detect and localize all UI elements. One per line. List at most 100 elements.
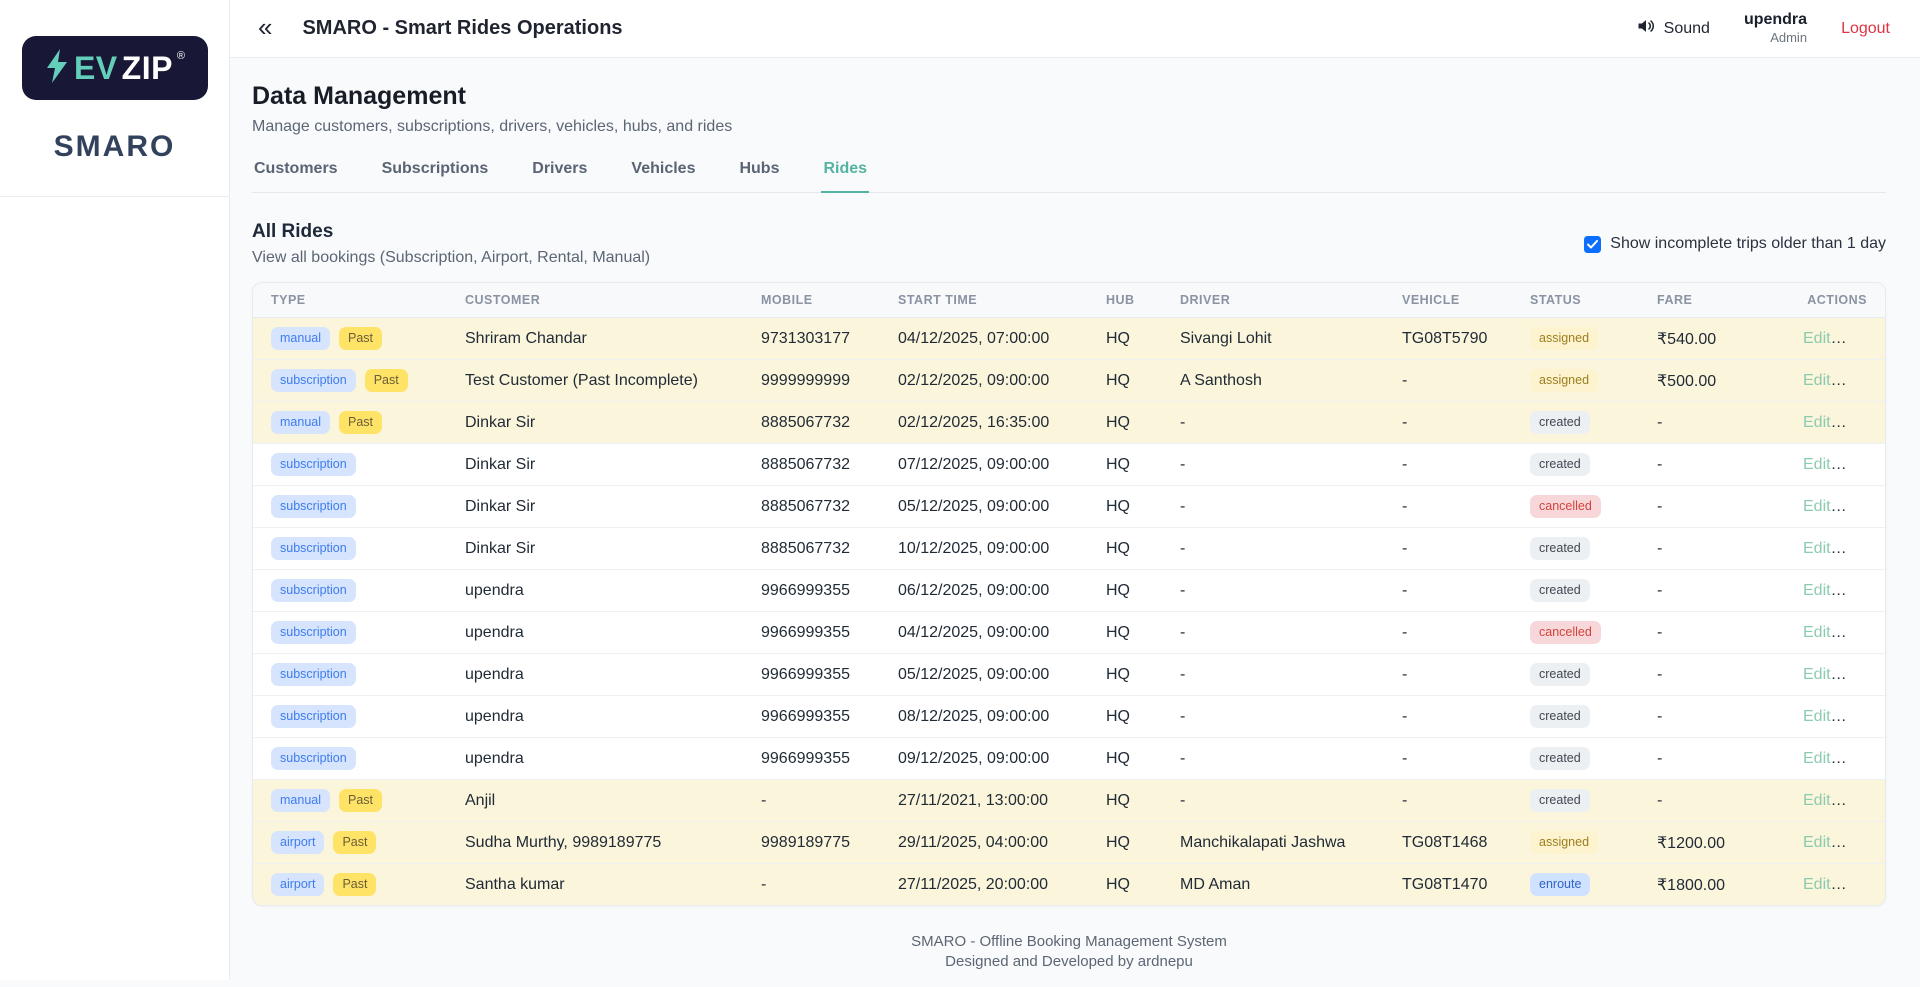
cell-fare: ₹1800.00 [1645,864,1791,906]
cell-status: assigned [1518,360,1645,402]
cell-mobile: 8885067732 [749,528,886,570]
cell-status: created [1518,738,1645,780]
delete-button[interactable]: Delete [1845,414,1885,431]
cell-driver: - [1168,402,1390,444]
cell-status: created [1518,780,1645,822]
edit-button[interactable]: Edit [1803,372,1831,389]
tab-drivers[interactable]: Drivers [530,160,589,193]
status-badge: created [1530,411,1590,434]
cell-customer: upendra [453,612,749,654]
type-badge: manual [271,789,330,812]
cell-actions: Edit Delete [1791,528,1885,570]
delete-button[interactable]: Delete [1845,876,1885,893]
type-badge: subscription [271,705,356,728]
cell-driver: - [1168,612,1390,654]
edit-button[interactable]: Edit [1803,666,1831,683]
past-badge: Past [333,831,376,854]
delete-button[interactable]: Delete [1845,498,1885,515]
cell-hub: HQ [1094,738,1168,780]
edit-button[interactable]: Edit [1803,876,1831,893]
cell-driver: A Santhosh [1168,360,1390,402]
delete-button[interactable]: Delete [1845,834,1885,851]
tab-subscriptions[interactable]: Subscriptions [380,160,491,193]
cell-mobile: 8885067732 [749,444,886,486]
cell-status: assigned [1518,822,1645,864]
edit-button[interactable]: Edit [1803,330,1831,347]
window-title: SMARO - Smart Rides Operations [302,17,622,40]
tab-hubs[interactable]: Hubs [737,160,781,193]
sound-toggle[interactable]: Sound [1636,16,1710,41]
cell-start-time: 10/12/2025, 09:00:00 [886,528,1094,570]
cell-customer: Dinkar Sir [453,402,749,444]
edit-button[interactable]: Edit [1803,456,1831,473]
user-block: upendra Admin [1744,10,1807,46]
cell-actions: Edit Delete [1791,360,1885,402]
cell-driver: - [1168,570,1390,612]
logout-button[interactable]: Logout [1841,20,1890,38]
cell-driver: - [1168,654,1390,696]
cell-mobile: - [749,780,886,822]
column-header-driver: DRIVER [1168,283,1390,318]
edit-button[interactable]: Edit [1803,792,1831,809]
cell-actions: Edit Delete [1791,444,1885,486]
edit-button[interactable]: Edit [1803,708,1831,725]
column-header-hub: HUB [1094,283,1168,318]
cell-status: created [1518,402,1645,444]
cell-type: subscription [253,570,453,612]
cell-type: manualPast [253,402,453,444]
table-row: subscriptionupendra996699935505/12/2025,… [253,654,1885,696]
status-badge: enroute [1530,873,1590,896]
edit-button[interactable]: Edit [1803,582,1831,599]
edit-button[interactable]: Edit [1803,540,1831,557]
table-row: subscriptionupendra996699935509/12/2025,… [253,738,1885,780]
cell-driver: MD Aman [1168,864,1390,906]
cell-type: subscription [253,654,453,696]
delete-button[interactable]: Delete [1845,540,1885,557]
delete-button[interactable]: Delete [1845,456,1885,473]
sidebar: EVZIP® SMARO [0,0,230,980]
edit-button[interactable]: Edit [1803,414,1831,431]
edit-button[interactable]: Edit [1803,834,1831,851]
delete-button[interactable]: Delete [1845,624,1885,641]
column-header-fare: FARE [1645,283,1791,318]
incomplete-trips-checkbox[interactable] [1584,236,1601,253]
delete-button[interactable]: Delete [1845,750,1885,767]
delete-button[interactable]: Delete [1845,792,1885,809]
cell-vehicle: - [1390,696,1518,738]
table-row: subscriptionDinkar Sir888506773205/12/20… [253,486,1885,528]
cell-mobile: 9731303177 [749,318,886,360]
incomplete-trips-filter[interactable]: Show incomplete trips older than 1 day [1584,235,1886,253]
edit-button[interactable]: Edit [1803,498,1831,515]
cell-customer: Test Customer (Past Incomplete) [453,360,749,402]
cell-hub: HQ [1094,570,1168,612]
tab-vehicles[interactable]: Vehicles [629,160,697,193]
cell-hub: HQ [1094,402,1168,444]
status-badge: assigned [1530,327,1598,350]
delete-button[interactable]: Delete [1845,372,1885,389]
cell-driver: - [1168,528,1390,570]
type-badge: subscription [271,537,356,560]
type-badge: subscription [271,495,356,518]
rides-table-body: manualPastShriram Chandar973130317704/12… [253,318,1885,906]
cell-mobile: 8885067732 [749,486,886,528]
cell-hub: HQ [1094,822,1168,864]
sidebar-collapse-button[interactable]: « [258,14,272,40]
cell-status: created [1518,444,1645,486]
delete-button[interactable]: Delete [1845,666,1885,683]
sound-label: Sound [1664,20,1710,38]
tab-rides[interactable]: Rides [821,160,869,193]
column-header-vehicle: VEHICLE [1390,283,1518,318]
table-row: airportPastSantha kumar-27/11/2025, 20:0… [253,864,1885,906]
edit-button[interactable]: Edit [1803,624,1831,641]
cell-customer: Anjil [453,780,749,822]
status-badge: created [1530,663,1590,686]
tab-bar: Customers Subscriptions Drivers Vehicles Hub… [252,160,1886,193]
tab-customers[interactable]: Customers [252,160,340,193]
delete-button[interactable]: Delete [1845,708,1885,725]
cell-vehicle: - [1390,612,1518,654]
delete-button[interactable]: Delete [1845,582,1885,599]
cell-mobile: 9999999999 [749,360,886,402]
edit-button[interactable]: Edit [1803,750,1831,767]
delete-button[interactable]: Delete [1845,330,1885,347]
rides-section-header: All Rides View all bookings (Subscriptio… [252,221,1886,267]
